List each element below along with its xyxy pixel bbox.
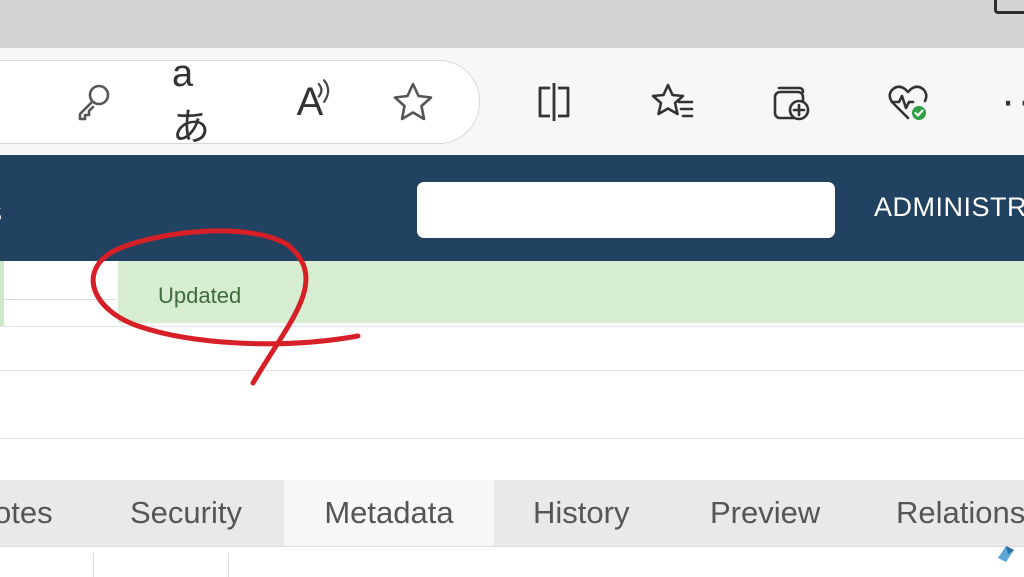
status-row: Updated [0, 261, 1024, 327]
status-left-edge [0, 261, 4, 326]
browser-toolbar: aあ A · [0, 48, 1024, 155]
row-divider [0, 299, 116, 300]
record-tabs: otes Security Metadata History Preview R… [0, 480, 1024, 546]
browser-essentials-icon[interactable] [880, 74, 936, 130]
tab-preview[interactable]: Preview [710, 480, 820, 546]
tab-history[interactable]: History [533, 480, 629, 546]
tab-relations[interactable]: Relations [896, 480, 1024, 546]
key-icon[interactable] [66, 74, 122, 130]
favorite-star-icon[interactable] [385, 74, 441, 130]
more-icon[interactable]: ·· [1001, 76, 1024, 126]
toolbar-separator [228, 553, 229, 577]
favorites-icon[interactable] [645, 74, 701, 130]
read-aloud-text-icon[interactable]: aあ [172, 53, 228, 149]
tab-metadata[interactable]: Metadata [284, 480, 494, 546]
toolbar-separator [93, 553, 94, 577]
row-divider [0, 438, 1024, 439]
window-restore-icon[interactable] [994, 0, 1024, 14]
search-input[interactable] [417, 182, 835, 238]
read-aloud-icon[interactable]: A [282, 74, 338, 130]
tab-notes[interactable]: otes [0, 480, 53, 546]
user-menu-label[interactable]: ADMINISTR [874, 192, 1024, 223]
header-title-fragment: s [0, 193, 2, 230]
tab-security[interactable]: Security [130, 480, 242, 546]
row-divider [0, 370, 1024, 371]
browser-titlebar [0, 0, 1024, 48]
status-cell: Updated [118, 261, 1024, 323]
watermark-logo-icon [998, 546, 1014, 562]
split-screen-icon[interactable] [526, 74, 582, 130]
tab-toolbar [0, 546, 1024, 577]
status-updated-label: Updated [158, 283, 242, 308]
collections-icon[interactable] [763, 74, 819, 130]
